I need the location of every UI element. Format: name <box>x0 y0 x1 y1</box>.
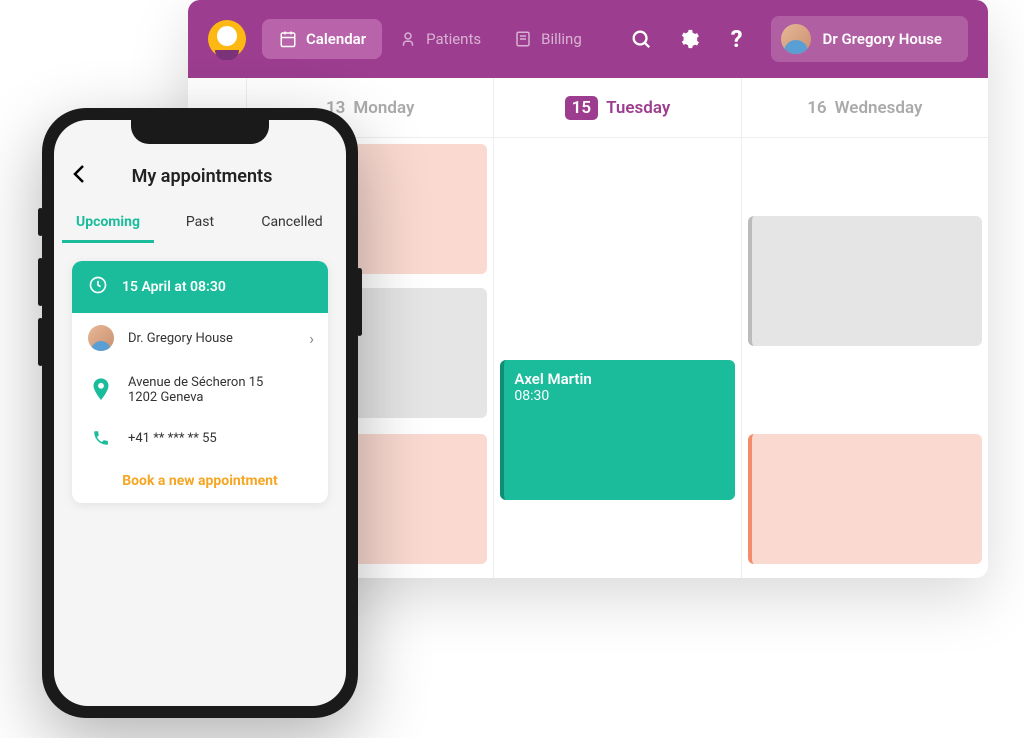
doctor-name: Dr. Gregory House <box>128 331 233 346</box>
billing-icon <box>513 29 533 49</box>
tab-cancelled[interactable]: Cancelled <box>246 204 338 243</box>
back-button[interactable] <box>72 162 86 190</box>
doctor-avatar <box>88 325 114 351</box>
day-header[interactable]: 16 Wednesday <box>742 78 988 138</box>
help-button[interactable]: ? <box>723 25 751 53</box>
tabs: Upcoming Past Cancelled <box>54 204 346 243</box>
clock-icon <box>88 275 108 299</box>
app-logo <box>208 20 246 58</box>
topbar: Calendar Patients Billing ? Dr Grego <box>188 0 988 78</box>
phone-screen: My appointments Upcoming Past Cancelled … <box>54 120 346 706</box>
appointment-card: 15 April at 08:30 Dr. Gregory House › Av… <box>72 261 328 503</box>
calendar-event[interactable] <box>748 434 982 564</box>
phone-button <box>38 258 43 306</box>
day-name: Monday <box>353 98 414 118</box>
location-icon <box>88 378 114 402</box>
card-header: 15 April at 08:30 <box>72 261 328 313</box>
day-column-wednesday: 16 Wednesday <box>741 78 988 578</box>
phone-icon <box>88 429 114 447</box>
patients-icon <box>398 29 418 49</box>
address-line2: 1202 Geneva <box>128 390 263 405</box>
nav-calendar-label: Calendar <box>306 30 366 48</box>
nav-billing[interactable]: Billing <box>497 19 598 59</box>
user-menu[interactable]: Dr Gregory House <box>771 16 968 62</box>
event-patient-name: Axel Martin <box>514 370 724 388</box>
day-number: 16 <box>807 98 826 118</box>
day-column-tuesday: 15 Tuesday Axel Martin 08:30 <box>493 78 740 578</box>
phone-notch <box>131 120 269 144</box>
day-name: Wednesday <box>835 98 923 118</box>
day-name: Tuesday <box>606 98 670 118</box>
chevron-right-icon: › <box>309 329 314 348</box>
user-name: Dr Gregory House <box>823 30 942 48</box>
tab-past[interactable]: Past <box>154 204 246 243</box>
search-button[interactable] <box>627 25 655 53</box>
nav-patients-label: Patients <box>426 30 481 48</box>
page-title: My appointments <box>100 166 304 187</box>
day-header[interactable]: 15 Tuesday <box>494 78 740 138</box>
phone-row[interactable]: +41 ** *** ** 55 <box>72 417 328 459</box>
user-avatar <box>781 24 811 54</box>
phone-button <box>38 318 43 366</box>
event-time: 08:30 <box>514 388 724 404</box>
address-text: Avenue de Sécheron 15 1202 Geneva <box>128 375 263 405</box>
doctor-row[interactable]: Dr. Gregory House › <box>72 313 328 363</box>
phone-button <box>38 208 43 236</box>
calendar-event-active[interactable]: Axel Martin 08:30 <box>500 360 734 500</box>
nav-patients[interactable]: Patients <box>382 19 497 59</box>
phone-number: +41 ** *** ** 55 <box>128 431 217 446</box>
calendar-icon <box>278 29 298 49</box>
settings-button[interactable] <box>675 25 703 53</box>
phone-mockup: My appointments Upcoming Past Cancelled … <box>42 108 358 718</box>
calendar-event[interactable] <box>748 216 982 346</box>
day-number: 15 <box>565 96 598 120</box>
nav-calendar[interactable]: Calendar <box>262 19 382 59</box>
address-line1: Avenue de Sécheron 15 <box>128 375 263 390</box>
appointment-datetime: 15 April at 08:30 <box>122 279 226 295</box>
tab-upcoming[interactable]: Upcoming <box>62 204 154 243</box>
topbar-right: ? Dr Gregory House <box>627 16 968 62</box>
book-appointment-link[interactable]: Book a new appointment <box>72 459 328 503</box>
nav-billing-label: Billing <box>541 30 582 48</box>
phone-button <box>357 268 362 336</box>
address-row[interactable]: Avenue de Sécheron 15 1202 Geneva <box>72 363 328 417</box>
